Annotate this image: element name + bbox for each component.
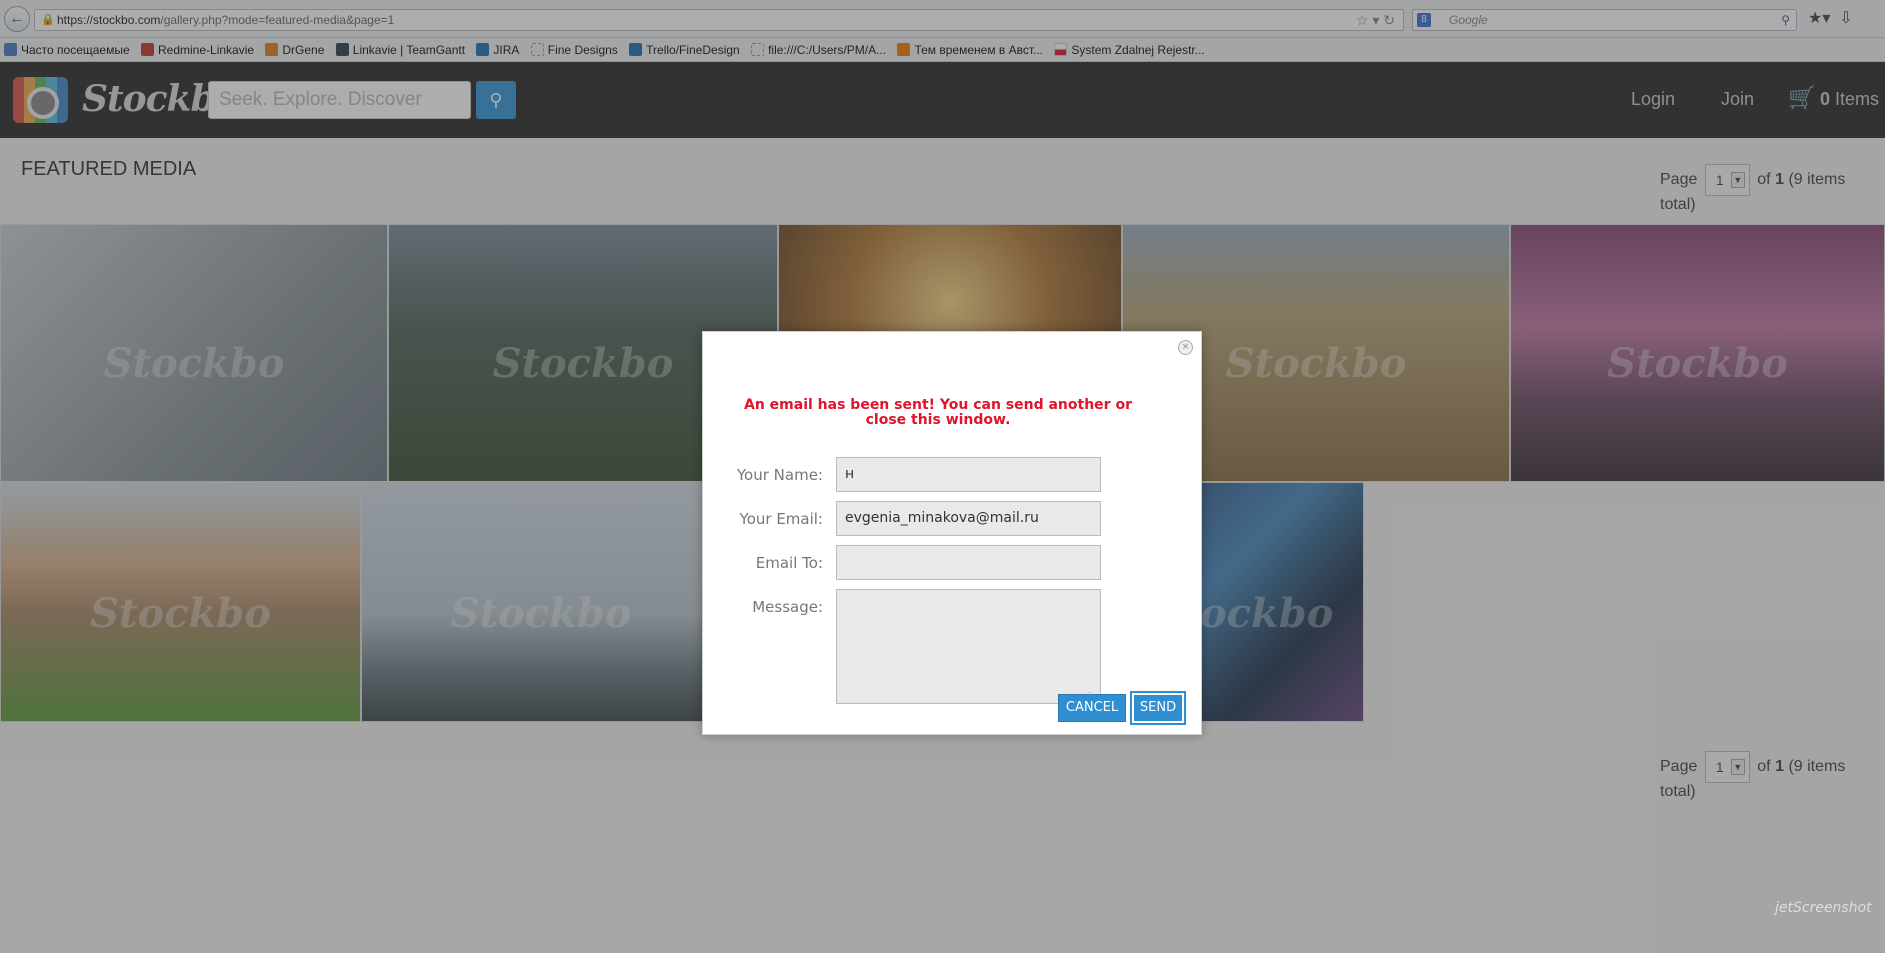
send-button[interactable]: SEND (1130, 691, 1186, 725)
your-name-field[interactable]: н (836, 457, 1101, 492)
your-email-field[interactable]: evgenia_minakova@mail.ru (836, 501, 1101, 536)
your-email-label: Your Email: (739, 510, 823, 528)
message-textarea[interactable]: ⋱ (836, 589, 1101, 704)
screenshot-tool-watermark: jetScreenshot (1775, 900, 1872, 916)
your-name-label: Your Name: (736, 466, 823, 484)
email-to-label: Email To: (755, 554, 823, 572)
message-label: Message: (752, 598, 823, 616)
email-share-dialog: × An email has been sent! You can send a… (702, 331, 1202, 735)
cancel-button[interactable]: CANCEL (1058, 694, 1126, 722)
email-to-field[interactable] (836, 545, 1101, 580)
success-message: An email has been sent! You can send ano… (744, 397, 1132, 428)
close-icon[interactable]: × (1178, 340, 1193, 355)
